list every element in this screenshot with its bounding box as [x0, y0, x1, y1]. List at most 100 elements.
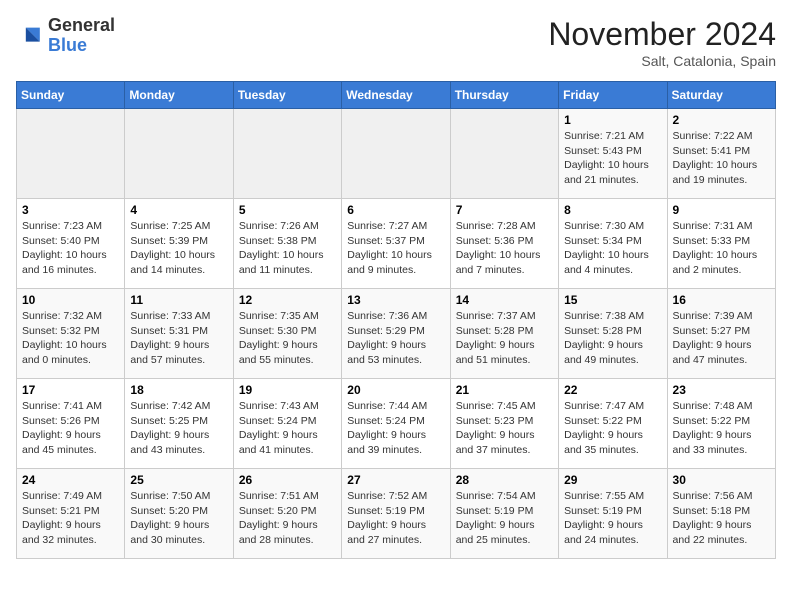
day-info: Sunrise: 7:49 AMSunset: 5:21 PMDaylight:…: [22, 490, 102, 546]
calendar-cell: 29 Sunrise: 7:55 AMSunset: 5:19 PMDayligh…: [559, 469, 667, 559]
calendar-cell: 15 Sunrise: 7:38 AMSunset: 5:28 PMDayligh…: [559, 289, 667, 379]
day-number: 30: [673, 473, 770, 487]
calendar-body: 1 Sunrise: 7:21 AMSunset: 5:43 PMDaylight…: [17, 109, 776, 559]
page-header: General Blue November 2024 Salt, Catalon…: [16, 16, 776, 69]
day-number: 11: [130, 293, 227, 307]
calendar-week-row: 17Sunrise: 7:41 AMSunset: 5:26 PMDayligh…: [17, 379, 776, 469]
calendar-cell: 2Sunrise: 7:22 AMSunset: 5:41 PMDaylight…: [667, 109, 775, 199]
day-info: Sunrise: 7:30 AMSunset: 5:34 PMDaylight:…: [564, 220, 649, 276]
day-info: Sunrise: 7:35 AMSunset: 5:30 PMDaylight:…: [239, 310, 319, 366]
day-info: Sunrise: 7:31 AMSunset: 5:33 PMDaylight:…: [673, 220, 758, 276]
calendar-cell: [233, 109, 341, 199]
weekday-header: Tuesday: [233, 82, 341, 109]
day-info: Sunrise: 7:44 AMSunset: 5:24 PMDaylight:…: [347, 400, 427, 456]
day-number: 27: [347, 473, 444, 487]
day-number: 16: [673, 293, 770, 307]
location: Salt, Catalonia, Spain: [548, 53, 776, 69]
day-info: Sunrise: 7:37 AMSunset: 5:28 PMDaylight:…: [456, 310, 536, 366]
day-info: Sunrise: 7:55 AMSunset: 5:19 PMDaylight:…: [564, 490, 644, 546]
logo: General Blue: [16, 16, 115, 56]
title-area: November 2024 Salt, Catalonia, Spain: [548, 16, 776, 69]
calendar-cell: 17Sunrise: 7:41 AMSunset: 5:26 PMDayligh…: [17, 379, 125, 469]
day-number: 29: [564, 473, 661, 487]
day-number: 21: [456, 383, 553, 397]
day-info: Sunrise: 7:38 AMSunset: 5:28 PMDaylight:…: [564, 310, 644, 366]
calendar-week-row: 3 Sunrise: 7:23 AMSunset: 5:40 PMDaylight…: [17, 199, 776, 289]
calendar-cell: 23 Sunrise: 7:48 AMSunset: 5:22 PMDayligh…: [667, 379, 775, 469]
day-number: 9: [673, 203, 770, 217]
calendar-cell: 27Sunrise: 7:52 AMSunset: 5:19 PMDayligh…: [342, 469, 450, 559]
day-info: Sunrise: 7:54 AMSunset: 5:19 PMDaylight:…: [456, 490, 536, 546]
month-title: November 2024: [548, 16, 776, 53]
day-info: Sunrise: 7:28 AMSunset: 5:36 PMDaylight:…: [456, 220, 541, 276]
calendar-cell: [342, 109, 450, 199]
day-number: 12: [239, 293, 336, 307]
day-number: 24: [22, 473, 119, 487]
day-number: 4: [130, 203, 227, 217]
day-number: 23: [673, 383, 770, 397]
calendar-cell: 5Sunrise: 7:26 AMSunset: 5:38 PMDaylight…: [233, 199, 341, 289]
calendar-cell: 14 Sunrise: 7:37 AMSunset: 5:28 PMDayligh…: [450, 289, 558, 379]
day-number: 5: [239, 203, 336, 217]
calendar-cell: 10 Sunrise: 7:32 AMSunset: 5:32 PMDayligh…: [17, 289, 125, 379]
day-info: Sunrise: 7:33 AMSunset: 5:31 PMDaylight:…: [130, 310, 210, 366]
calendar-week-row: 10 Sunrise: 7:32 AMSunset: 5:32 PMDayligh…: [17, 289, 776, 379]
calendar-week-row: 24 Sunrise: 7:49 AMSunset: 5:21 PMDayligh…: [17, 469, 776, 559]
day-number: 19: [239, 383, 336, 397]
day-number: 7: [456, 203, 553, 217]
calendar-cell: 28 Sunrise: 7:54 AMSunset: 5:19 PMDayligh…: [450, 469, 558, 559]
calendar-cell: 1 Sunrise: 7:21 AMSunset: 5:43 PMDaylight…: [559, 109, 667, 199]
day-number: 22: [564, 383, 661, 397]
calendar-cell: 16Sunrise: 7:39 AMSunset: 5:27 PMDayligh…: [667, 289, 775, 379]
day-info: Sunrise: 7:47 AMSunset: 5:22 PMDaylight:…: [564, 400, 644, 456]
calendar-cell: [450, 109, 558, 199]
calendar-week-row: 1 Sunrise: 7:21 AMSunset: 5:43 PMDaylight…: [17, 109, 776, 199]
calendar-cell: 26 Sunrise: 7:51 AMSunset: 5:20 PMDayligh…: [233, 469, 341, 559]
day-number: 14: [456, 293, 553, 307]
day-number: 3: [22, 203, 119, 217]
weekday-header: Friday: [559, 82, 667, 109]
calendar-cell: 13Sunrise: 7:36 AMSunset: 5:29 PMDayligh…: [342, 289, 450, 379]
weekday-header: Sunday: [17, 82, 125, 109]
day-number: 15: [564, 293, 661, 307]
calendar-cell: 21 Sunrise: 7:45 AMSunset: 5:23 PMDayligh…: [450, 379, 558, 469]
calendar-cell: [17, 109, 125, 199]
day-info: Sunrise: 7:43 AMSunset: 5:24 PMDaylight:…: [239, 400, 319, 456]
day-number: 13: [347, 293, 444, 307]
day-info: Sunrise: 7:25 AMSunset: 5:39 PMDaylight:…: [130, 220, 215, 276]
day-info: Sunrise: 7:51 AMSunset: 5:20 PMDaylight:…: [239, 490, 319, 546]
calendar-cell: 30 Sunrise: 7:56 AMSunset: 5:18 PMDayligh…: [667, 469, 775, 559]
day-number: 10: [22, 293, 119, 307]
weekday-header: Saturday: [667, 82, 775, 109]
day-info: Sunrise: 7:45 AMSunset: 5:23 PMDaylight:…: [456, 400, 536, 456]
calendar-header: SundayMondayTuesdayWednesdayThursdayFrid…: [17, 82, 776, 109]
weekday-header: Wednesday: [342, 82, 450, 109]
calendar-cell: 7 Sunrise: 7:28 AMSunset: 5:36 PMDaylight…: [450, 199, 558, 289]
day-info: Sunrise: 7:21 AMSunset: 5:43 PMDaylight:…: [564, 130, 649, 186]
day-info: Sunrise: 7:56 AMSunset: 5:18 PMDaylight:…: [673, 490, 753, 546]
calendar-cell: 4 Sunrise: 7:25 AMSunset: 5:39 PMDaylight…: [125, 199, 233, 289]
weekday-header: Thursday: [450, 82, 558, 109]
calendar-cell: 18Sunrise: 7:42 AMSunset: 5:25 PMDayligh…: [125, 379, 233, 469]
logo-icon: [16, 22, 44, 50]
day-number: 2: [673, 113, 770, 127]
logo-blue: Blue: [48, 36, 115, 56]
day-info: Sunrise: 7:23 AMSunset: 5:40 PMDaylight:…: [22, 220, 107, 276]
calendar-cell: 25Sunrise: 7:50 AMSunset: 5:20 PMDayligh…: [125, 469, 233, 559]
day-info: Sunrise: 7:42 AMSunset: 5:25 PMDaylight:…: [130, 400, 210, 456]
day-number: 25: [130, 473, 227, 487]
day-info: Sunrise: 7:48 AMSunset: 5:22 PMDaylight:…: [673, 400, 753, 456]
weekday-row: SundayMondayTuesdayWednesdayThursdayFrid…: [17, 82, 776, 109]
day-number: 1: [564, 113, 661, 127]
day-number: 28: [456, 473, 553, 487]
day-number: 26: [239, 473, 336, 487]
calendar: SundayMondayTuesdayWednesdayThursdayFrid…: [16, 81, 776, 559]
day-number: 6: [347, 203, 444, 217]
day-info: Sunrise: 7:32 AMSunset: 5:32 PMDaylight:…: [22, 310, 107, 366]
weekday-header: Monday: [125, 82, 233, 109]
day-number: 17: [22, 383, 119, 397]
calendar-cell: 24 Sunrise: 7:49 AMSunset: 5:21 PMDayligh…: [17, 469, 125, 559]
day-info: Sunrise: 7:27 AMSunset: 5:37 PMDaylight:…: [347, 220, 432, 276]
logo-general: General: [48, 16, 115, 36]
calendar-cell: 11 Sunrise: 7:33 AMSunset: 5:31 PMDayligh…: [125, 289, 233, 379]
